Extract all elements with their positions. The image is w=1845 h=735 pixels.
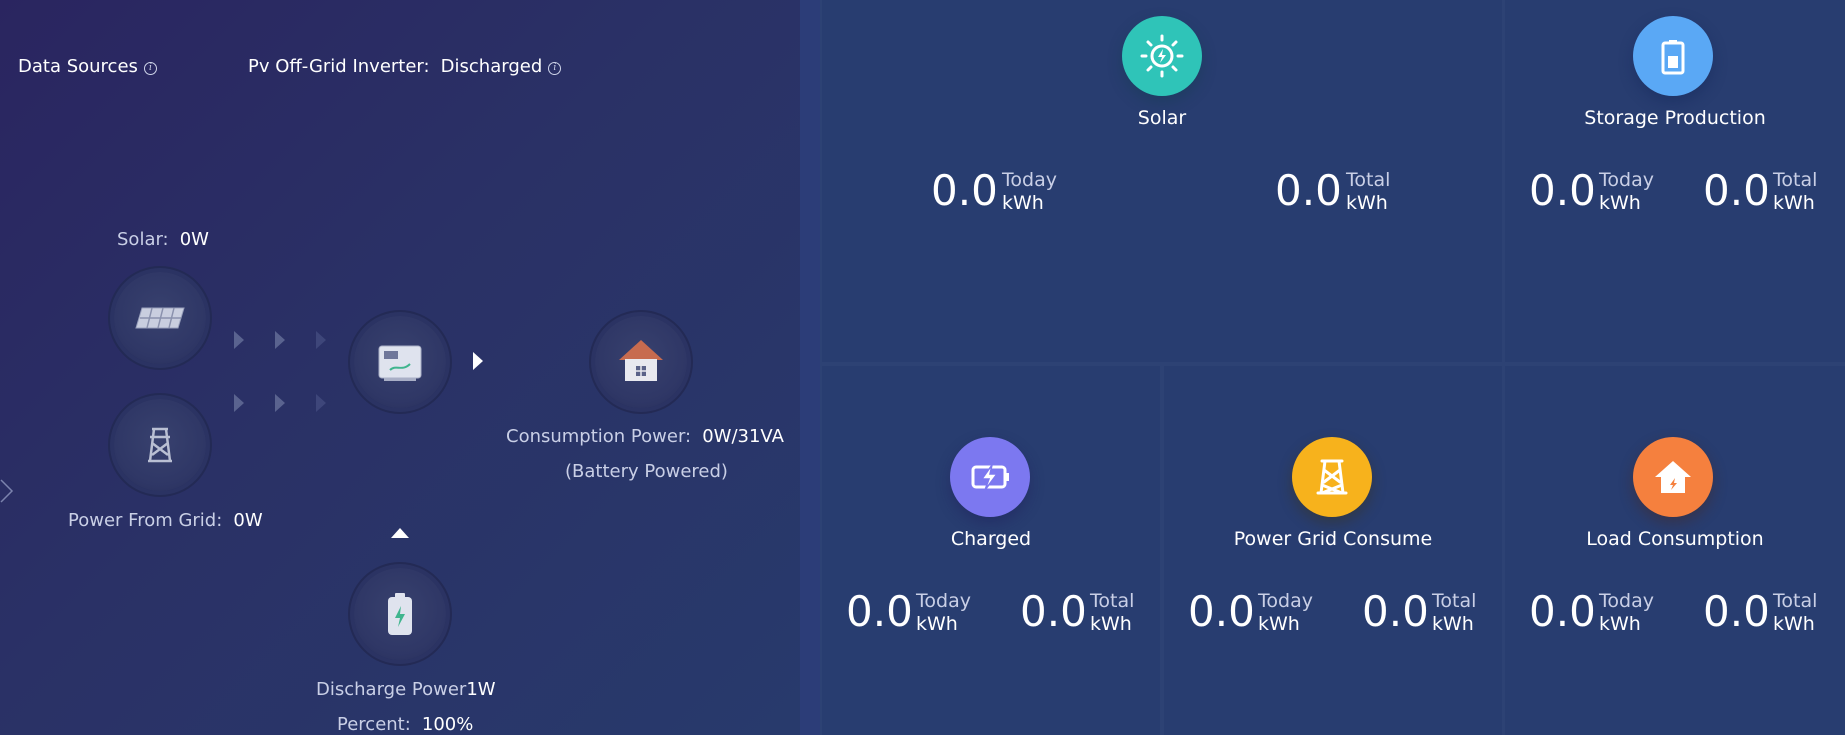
battery-icon xyxy=(388,593,412,635)
total-unit: kWh xyxy=(1346,192,1388,214)
inverter-label: Pv Off-Grid Inverter: xyxy=(248,56,430,77)
today-unit: kWh xyxy=(1599,192,1641,214)
percent-value: 100% xyxy=(421,714,474,735)
percent-label: Percent: xyxy=(337,714,411,735)
consumption-label: Consumption Power: xyxy=(506,426,692,447)
battery-icon xyxy=(1633,16,1713,96)
total-label: Total xyxy=(1432,590,1477,612)
house-icon xyxy=(619,340,663,381)
grid-consume-stat-panel: Power Grid Consume 0.0 Today kWh 0.0 Tot… xyxy=(1164,366,1502,735)
flow-arrow xyxy=(316,331,326,349)
total-unit: kWh xyxy=(1773,613,1815,635)
flow-arrow xyxy=(275,394,285,412)
today-label: Today xyxy=(1258,590,1313,612)
today-value: 0.0 xyxy=(931,166,998,215)
solar-stat-panel: Solar 0.0 Today kWh 0.0 Total kWh xyxy=(822,0,1502,362)
today-label: Today xyxy=(1002,169,1057,191)
inverter-status-header: Pv Off-Grid Inverter: Discharged i xyxy=(248,56,562,77)
flow-arrow xyxy=(473,352,483,370)
total-value: 0.0 xyxy=(1275,166,1342,215)
total-unit: kWh xyxy=(1090,613,1132,635)
today-value: 0.0 xyxy=(1529,166,1596,215)
charged-stat-panel: Charged 0.0 Today kWh 0.0 Total kWh xyxy=(822,366,1160,735)
total-unit: kWh xyxy=(1773,192,1815,214)
total-value: 0.0 xyxy=(1020,587,1087,636)
solar-value: 0W xyxy=(179,229,209,250)
inverter-node[interactable] xyxy=(354,316,446,408)
flow-arrow xyxy=(234,331,244,349)
battery-percent-readout: Percent: 100% xyxy=(337,714,473,735)
discharge-label: Discharge Power xyxy=(316,679,467,700)
flow-arrow-up xyxy=(391,528,409,538)
grid-label: Power From Grid: xyxy=(68,510,223,531)
panel-title: Load Consumption xyxy=(1586,528,1764,550)
today-value: 0.0 xyxy=(1188,587,1255,636)
grid-power-readout: Power From Grid: 0W xyxy=(68,510,263,531)
today-unit: kWh xyxy=(1002,192,1044,214)
flow-arrow xyxy=(316,394,326,412)
grid-value: 0W xyxy=(233,510,263,531)
flow-arrow xyxy=(275,331,285,349)
panel-title: Storage Production xyxy=(1584,107,1766,129)
solar-label: Solar: xyxy=(117,229,169,250)
discharge-value: 1W xyxy=(466,679,496,700)
data-sources-label: Data Sources xyxy=(18,56,138,77)
energy-flow-panel: Data Sources i Pv Off-Grid Inverter: Disc… xyxy=(0,0,800,735)
total-value: 0.0 xyxy=(1703,587,1770,636)
today-unit: kWh xyxy=(1599,613,1641,635)
data-sources-header: Data Sources i xyxy=(18,56,157,77)
info-icon[interactable]: i xyxy=(143,62,157,75)
total-value: 0.0 xyxy=(1703,166,1770,215)
consumption-value: 0W/31VA xyxy=(702,426,784,447)
today-label: Today xyxy=(1599,169,1654,191)
today-unit: kWh xyxy=(916,613,958,635)
info-icon[interactable]: i xyxy=(548,62,562,75)
discharge-power-readout: Discharge Power1W xyxy=(316,679,496,700)
today-value: 0.0 xyxy=(1529,587,1596,636)
storage-stat-panel: Storage Production 0.0 Today kWh 0.0 Tot… xyxy=(1505,0,1845,362)
panel-title: Charged xyxy=(950,528,1032,550)
total-label: Total xyxy=(1090,590,1135,612)
house-icon xyxy=(1633,437,1713,517)
total-label: Total xyxy=(1773,590,1818,612)
solar-panel-icon xyxy=(135,307,185,329)
battery-charge-icon xyxy=(950,437,1030,517)
house-node[interactable] xyxy=(595,316,687,408)
grid-node[interactable] xyxy=(114,399,206,491)
sun-icon xyxy=(1122,16,1202,96)
solar-power-readout: Solar: 0W xyxy=(117,229,209,250)
solar-panel-node[interactable] xyxy=(114,272,206,364)
chevron-right-icon[interactable] xyxy=(0,478,14,504)
battery-node[interactable] xyxy=(354,568,446,660)
flow-arrow xyxy=(234,394,244,412)
total-label: Total xyxy=(1346,169,1391,191)
consumption-note: (Battery Powered) xyxy=(565,461,728,482)
panel-title: Power Grid Consume xyxy=(1233,528,1433,550)
panel-title: Solar xyxy=(1137,107,1187,129)
total-label: Total xyxy=(1773,169,1818,191)
total-value: 0.0 xyxy=(1362,587,1429,636)
consumption-power-readout: Consumption Power: 0W/31VA xyxy=(506,426,784,447)
total-unit: kWh xyxy=(1432,613,1474,635)
today-label: Today xyxy=(1599,590,1654,612)
power-tower-icon xyxy=(1292,437,1372,517)
today-value: 0.0 xyxy=(846,587,913,636)
inverter-icon xyxy=(378,345,422,381)
inverter-status: Discharged xyxy=(440,56,543,77)
panel-divider xyxy=(800,0,820,735)
load-consumption-stat-panel: Load Consumption 0.0 Today kWh 0.0 Total… xyxy=(1505,366,1845,735)
power-tower-icon xyxy=(148,427,172,463)
today-label: Today xyxy=(916,590,971,612)
today-unit: kWh xyxy=(1258,613,1300,635)
